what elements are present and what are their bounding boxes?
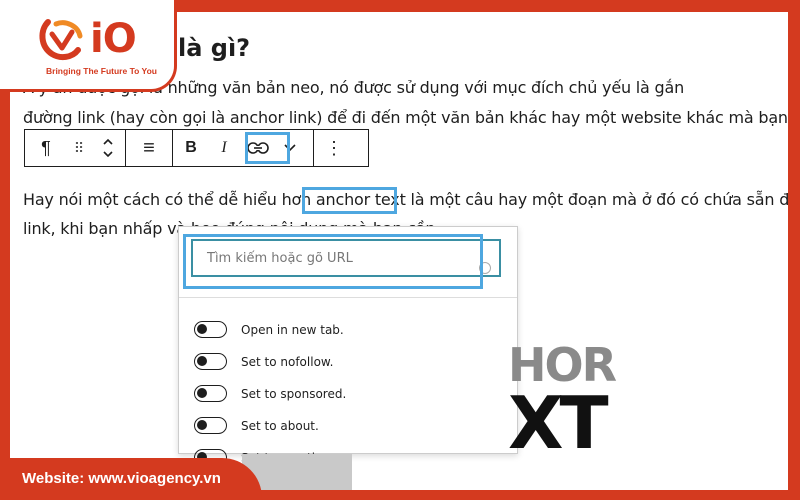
link-button-highlight bbox=[245, 132, 290, 164]
anchor-text-highlight bbox=[302, 187, 397, 214]
toggle-label: Set to nofollow. bbox=[241, 354, 334, 369]
toggle-about[interactable]: Set to about. bbox=[194, 417, 319, 434]
logo-tagline: Bringing The Future To You bbox=[46, 66, 157, 76]
toggle-label: Set to about. bbox=[241, 418, 319, 433]
toggle-sponsored[interactable]: Set to sponsored. bbox=[194, 385, 346, 402]
toggle-switch[interactable] bbox=[194, 417, 227, 434]
post-heading: là gì? bbox=[178, 34, 251, 62]
more-options-icon[interactable]: ⋮ bbox=[314, 130, 354, 166]
align-icon[interactable]: ≡ bbox=[126, 130, 172, 166]
logo-mark-icon bbox=[39, 19, 83, 61]
drag-handle-icon[interactable]: ⠿ bbox=[67, 130, 91, 166]
logo-text: iO bbox=[90, 16, 137, 62]
move-up-down-icon[interactable] bbox=[91, 130, 125, 166]
popover-divider bbox=[179, 297, 517, 298]
anchor-text-graphic-bottom: XT bbox=[508, 381, 609, 465]
link-popover: Tìm kiếm hoặc gõ URL Open in new tab. Se… bbox=[178, 226, 518, 466]
bold-button[interactable]: B bbox=[173, 130, 209, 166]
toggle-open-new-tab[interactable]: Open in new tab. bbox=[194, 321, 344, 338]
brand-logo: iO Bringing The Future To You bbox=[0, 0, 177, 92]
website-footer: Website: www.vioagency.vn bbox=[0, 458, 262, 500]
toggle-label: Open in new tab. bbox=[241, 322, 344, 337]
paragraph-block-button[interactable]: ¶ bbox=[25, 130, 67, 166]
toggle-switch[interactable] bbox=[194, 353, 227, 370]
paragraph-1-line-2[interactable]: đường link (hay còn gọi là anchor link) … bbox=[23, 108, 788, 127]
toggle-nofollow[interactable]: Set to nofollow. bbox=[194, 353, 333, 370]
toggle-switch[interactable] bbox=[194, 321, 227, 338]
italic-button[interactable]: I bbox=[209, 130, 239, 166]
url-input-highlight bbox=[183, 234, 483, 289]
toggle-switch[interactable] bbox=[194, 385, 227, 402]
toggle-label: Set to sponsored. bbox=[241, 386, 347, 401]
block-toolbar: ¶ ⠿ ≡ B I ⋮ bbox=[24, 129, 369, 167]
paragraph-2-line-1[interactable]: Hay nói một cách có thể dễ hiểu hơn anch… bbox=[23, 190, 788, 209]
